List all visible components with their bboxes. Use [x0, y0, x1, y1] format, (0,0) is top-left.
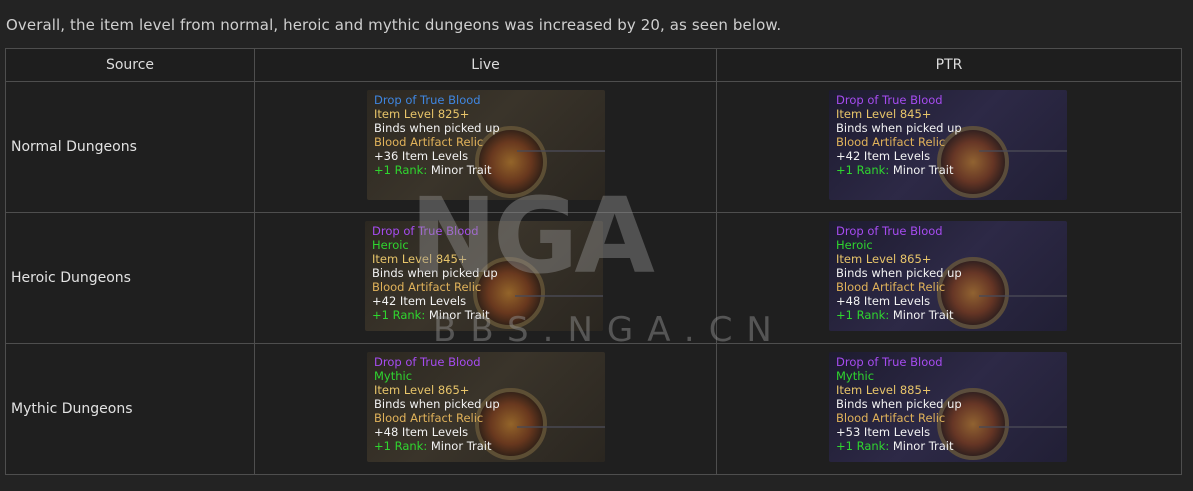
- nga-watermark-logo: NGA: [410, 175, 655, 297]
- item-level: Item Level 865+: [374, 383, 470, 397]
- item-difficulty: Mythic: [836, 369, 875, 383]
- item-bonus: +42 Item Levels: [836, 149, 931, 163]
- rank-trait: Minor Trait: [430, 439, 492, 453]
- rank-trait: Minor Trait: [892, 439, 954, 453]
- nga-watermark-url: BBS.NGA.CN: [433, 310, 786, 350]
- item-name: Drop of True Blood: [836, 224, 943, 238]
- live-cell-mythic: Drop of True Blood Mythic Item Level 865…: [254, 343, 717, 475]
- item-name: Drop of True Blood: [374, 355, 481, 369]
- item-bonus: +53 Item Levels: [836, 425, 931, 439]
- item-relic-type: Blood Artifact Relic: [374, 411, 484, 425]
- header-source: Source: [5, 48, 255, 82]
- table-header-row: Source Live PTR: [5, 48, 1182, 82]
- ptr-cell-mythic: Drop of True Blood Mythic Item Level 885…: [716, 343, 1182, 475]
- item-tooltip-ptr-normal[interactable]: Drop of True Blood Item Level 845+ Binds…: [829, 90, 1067, 200]
- intro-text: Overall, the item level from normal, her…: [6, 16, 782, 34]
- item-relic-type: Blood Artifact Relic: [836, 411, 946, 425]
- item-bonus: +48 Item Levels: [374, 425, 469, 439]
- item-binds: Binds when picked up: [836, 121, 962, 135]
- ptr-cell-normal: Drop of True Blood Item Level 845+ Binds…: [716, 81, 1182, 213]
- rank-prefix: +1 Rank:: [836, 163, 890, 177]
- item-relic-type: Blood Artifact Relic: [374, 135, 484, 149]
- item-binds: Binds when picked up: [836, 397, 962, 411]
- rank-prefix: +1 Rank:: [836, 439, 890, 453]
- rank-trait: Minor Trait: [892, 163, 954, 177]
- rank-prefix: +1 Rank:: [372, 308, 426, 322]
- item-level: Item Level 825+: [374, 107, 470, 121]
- item-name: Drop of True Blood: [374, 93, 481, 107]
- item-tooltip-live-mythic[interactable]: Drop of True Blood Mythic Item Level 865…: [367, 352, 605, 462]
- item-difficulty: Heroic: [836, 238, 873, 252]
- rank-prefix: +1 Rank:: [374, 439, 428, 453]
- item-level: Item Level 845+: [836, 107, 932, 121]
- row-source-heroic: Heroic Dungeons: [5, 212, 255, 344]
- item-name: Drop of True Blood: [836, 355, 943, 369]
- item-tooltip-ptr-mythic[interactable]: Drop of True Blood Mythic Item Level 885…: [829, 352, 1067, 462]
- item-binds: Binds when picked up: [836, 266, 962, 280]
- ptr-cell-heroic: Drop of True Blood Heroic Item Level 865…: [716, 212, 1182, 344]
- item-relic-type: Blood Artifact Relic: [836, 135, 946, 149]
- rank-trait: Minor Trait: [892, 308, 954, 322]
- item-name: Drop of True Blood: [836, 93, 943, 107]
- rank-prefix: +1 Rank:: [836, 308, 890, 322]
- row-source-mythic: Mythic Dungeons: [5, 343, 255, 475]
- row-source-normal: Normal Dungeons: [5, 81, 255, 213]
- header-ptr: PTR: [716, 48, 1182, 82]
- item-tooltip-ptr-heroic[interactable]: Drop of True Blood Heroic Item Level 865…: [829, 221, 1067, 331]
- item-difficulty: Mythic: [374, 369, 413, 383]
- header-live: Live: [254, 48, 717, 82]
- item-binds: Binds when picked up: [374, 121, 500, 135]
- item-level: Item Level 865+: [836, 252, 932, 266]
- item-level: Item Level 885+: [836, 383, 932, 397]
- table-row: Mythic Dungeons Drop of True Blood Mythi…: [5, 343, 1182, 475]
- item-bonus: +36 Item Levels: [374, 149, 469, 163]
- item-bonus: +48 Item Levels: [836, 294, 931, 308]
- item-relic-type: Blood Artifact Relic: [836, 280, 946, 294]
- item-binds: Binds when picked up: [374, 397, 500, 411]
